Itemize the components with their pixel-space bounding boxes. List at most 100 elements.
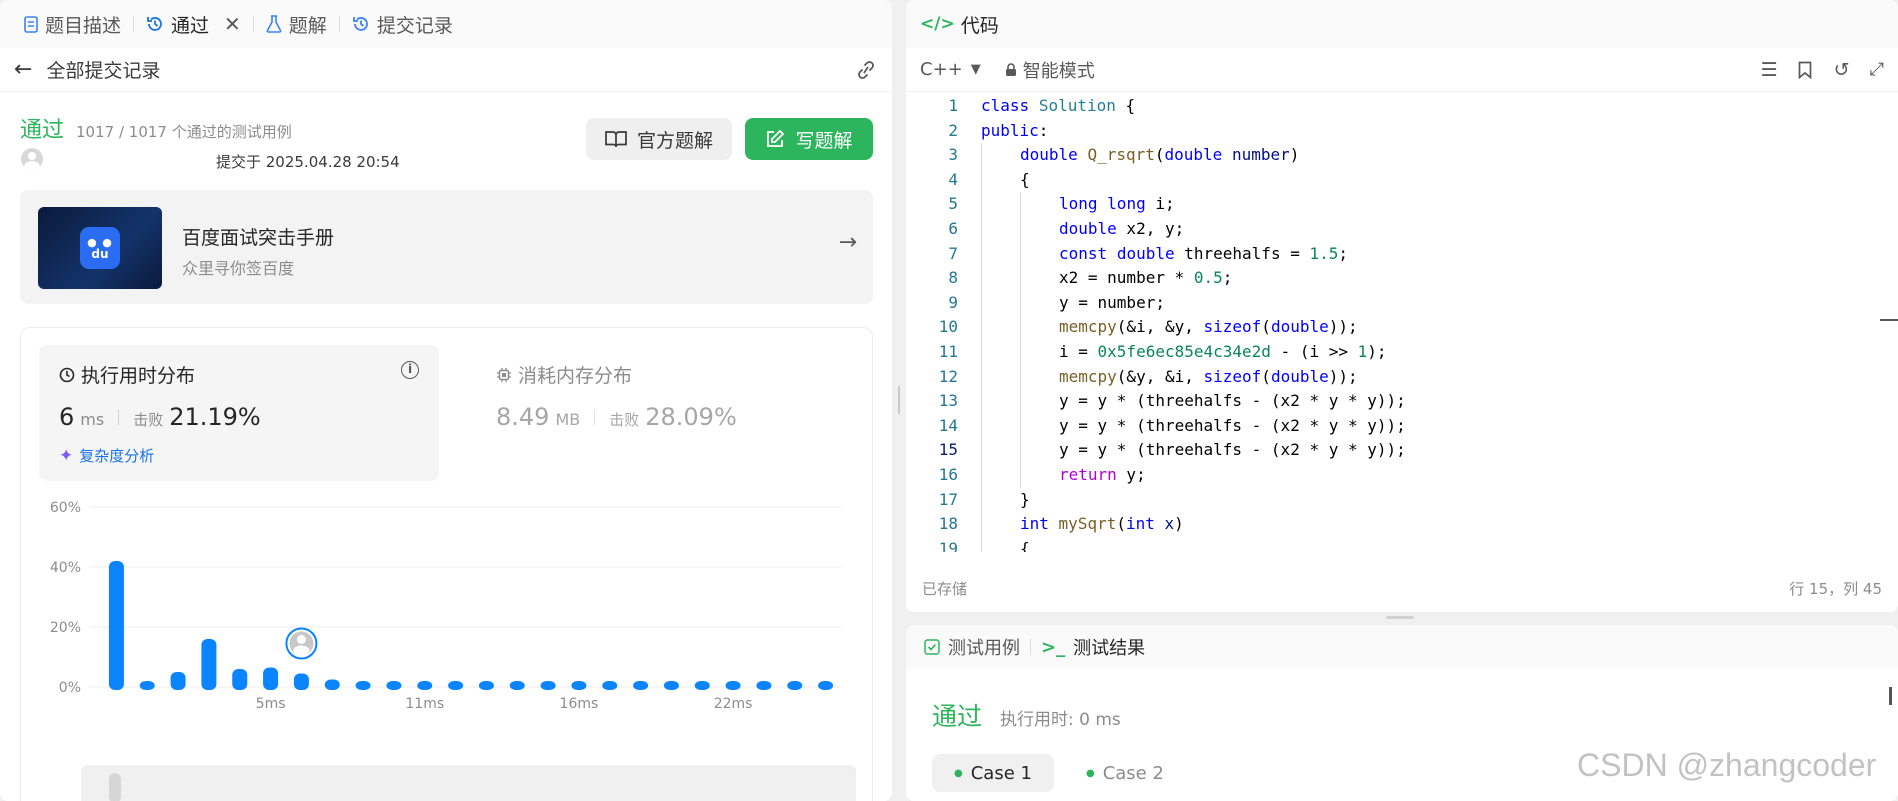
distribution-bar[interactable] [787,681,803,690]
code-line[interactable]: 7 const double threehalfs = 1.5; [906,242,1898,267]
case-tab[interactable]: ● Case 1 [932,754,1054,792]
line-number: 15 [938,440,958,460]
all-submissions-link[interactable]: 全部提交记录 [46,56,160,83]
smart-mode-toggle[interactable]: 智能模式 [1005,57,1095,83]
code-text: long long i; [1059,194,1175,214]
close-icon[interactable]: ✕ [224,12,241,36]
official-solution-button[interactable]: 官方题解 [586,118,732,160]
code-line[interactable]: 18 int mySqrt(int x) [906,512,1898,537]
code-line[interactable]: 9 y = number; [906,291,1898,316]
code-editor[interactable]: 1 class Solution {2 public: 3 double Q_rsqrt… [906,92,1898,552]
code-text: y = y * (threehalfs - (x2 * y * y)); [1059,440,1406,460]
slider-handle[interactable] [109,773,121,801]
runtime-beats: 21.19% [169,403,261,431]
bookmark-icon[interactable] [1798,61,1812,79]
complexity-analysis-link[interactable]: ✦ 复杂度分析 [59,445,154,466]
code-line[interactable]: 10 memcpy(&i, &y, sizeof(double)); [906,315,1898,340]
distribution-bar[interactable] [170,672,186,690]
code-line[interactable]: 1 class Solution { [906,94,1898,119]
runtime-card[interactable]: 执行用时分布 i 6 ms 击败 21.19% ✦ 复杂度分析 [39,345,439,481]
tab-accepted[interactable]: 通过 ✕ [138,11,249,38]
arrow-right-icon[interactable]: → [839,230,857,255]
tab-description[interactable]: 题目描述 [16,11,129,38]
distribution-bar[interactable] [756,681,772,690]
distribution-bar[interactable] [602,681,618,690]
memory-unit: MB [555,410,581,429]
back-arrow-icon[interactable]: ← [14,57,32,82]
editor-scrollbar-marker[interactable] [1880,319,1898,321]
checkbox-icon [924,639,940,655]
code-line[interactable]: 3 double Q_rsqrt(double number) [906,143,1898,168]
distribution-bar[interactable] [478,681,494,690]
distribution-bar[interactable] [324,679,340,691]
splitter-handle[interactable] [1386,616,1414,619]
chevron-down-icon: ▼ [970,62,981,77]
format-icon[interactable]: ☰ [1761,59,1778,81]
distribution-bar[interactable] [417,681,433,690]
result-runtime: 执行用时: 0 ms [1000,710,1121,730]
code-text: const double threehalfs = 1.5; [1059,243,1349,263]
reset-icon[interactable]: ↺ [1834,59,1850,81]
avatar[interactable] [21,148,43,170]
code-line[interactable]: 4{ [906,168,1898,193]
code-line[interactable]: 19 { [906,537,1898,552]
distribution-bar[interactable] [293,673,309,691]
code-line[interactable]: 16 return y; [906,463,1898,488]
code-text: double Q_rsqrt(double number) [1020,145,1300,165]
x-tick-label: 5ms [256,696,286,712]
distribution-bar[interactable] [633,681,649,690]
code-text: memcpy(&i, &y, sizeof(double)); [1059,317,1358,337]
complexity-label: 复杂度分析 [79,447,155,465]
info-icon[interactable]: i [401,361,419,379]
distribution-bar[interactable] [108,561,124,690]
code-line[interactable]: 8 x2 = number * 0.5; [906,266,1898,291]
code-tabbar: </> 代码 [906,0,1898,48]
code-line[interactable]: 17} [906,488,1898,513]
promo-banner[interactable]: ● ● du 百度面试突击手册 众里寻你签百度 → [20,190,873,304]
distribution-bar[interactable] [571,681,587,690]
code-line[interactable]: 12 memcpy(&y, &i, sizeof(double)); [906,365,1898,390]
chart-range-slider[interactable] [81,765,856,801]
distribution-bar[interactable] [725,681,741,690]
code-line[interactable]: 6 double x2, y; [906,217,1898,242]
tab-submissions[interactable]: 提交记录 [344,11,461,38]
distribution-bar[interactable] [201,639,217,690]
code-line[interactable]: 5 long long i; [906,192,1898,217]
banner-title: 百度面试突击手册 [182,227,335,249]
runtime-distribution-chart: 60% 40% 20% 0% 5ms 11ms 16ms 22ms [50,500,841,712]
link-icon[interactable] [854,60,878,80]
code-line[interactable]: 14 y = y * (threehalfs - (x2 * y * y)); [906,414,1898,439]
code-line[interactable]: 11 i = 0x5fe6ec85e4c34e2d - (i >> 1); [906,340,1898,365]
case-tab[interactable]: ● Case 2 [1064,754,1186,792]
distribution-bar[interactable] [355,681,371,690]
tab-test-result[interactable]: >_ 测试结果 [1041,634,1145,660]
distribution-bar[interactable] [263,667,279,691]
result-scrollbar[interactable] [1889,687,1892,705]
code-toolbar: C++ ▼ 智能模式 ☰ ↺ ⤢ [906,48,1898,92]
code-line[interactable]: 13 y = y * (threehalfs - (x2 * y * y)); [906,389,1898,414]
vertical-splitter[interactable] [898,386,900,414]
expand-icon[interactable]: ⤢ [1870,59,1884,80]
distribution-bar[interactable] [509,681,525,690]
x-tick-label: 16ms [560,696,599,712]
tab-solutions[interactable]: 题解 [258,11,335,38]
your-submission-marker[interactable] [285,627,318,660]
distribution-bar[interactable] [663,681,679,690]
distribution-bar[interactable] [232,669,248,690]
distribution-bar[interactable] [448,681,464,690]
code-line[interactable]: 15 y = y * (threehalfs - (x2 * y * y)); [906,438,1898,463]
memory-card[interactable]: 消耗内存分布 8.49 MB 击败 28.09% [476,345,856,481]
beats-label: 击败 [133,411,164,429]
tab-testcase[interactable]: 测试用例 [924,634,1020,660]
x-tick-label: 11ms [405,696,444,712]
distribution-bar[interactable] [694,681,710,690]
distribution-bar[interactable] [386,681,402,690]
code-tab-label[interactable]: 代码 [961,11,999,38]
code-line[interactable]: 2 public: [906,119,1898,144]
language-select[interactable]: C++ ▼ [920,59,981,80]
distribution-bar[interactable] [540,681,556,690]
distribution-bar[interactable] [818,681,834,690]
line-number: 7 [948,243,958,263]
write-solution-button[interactable]: 写题解 [745,118,873,160]
distribution-bar[interactable] [139,681,155,690]
